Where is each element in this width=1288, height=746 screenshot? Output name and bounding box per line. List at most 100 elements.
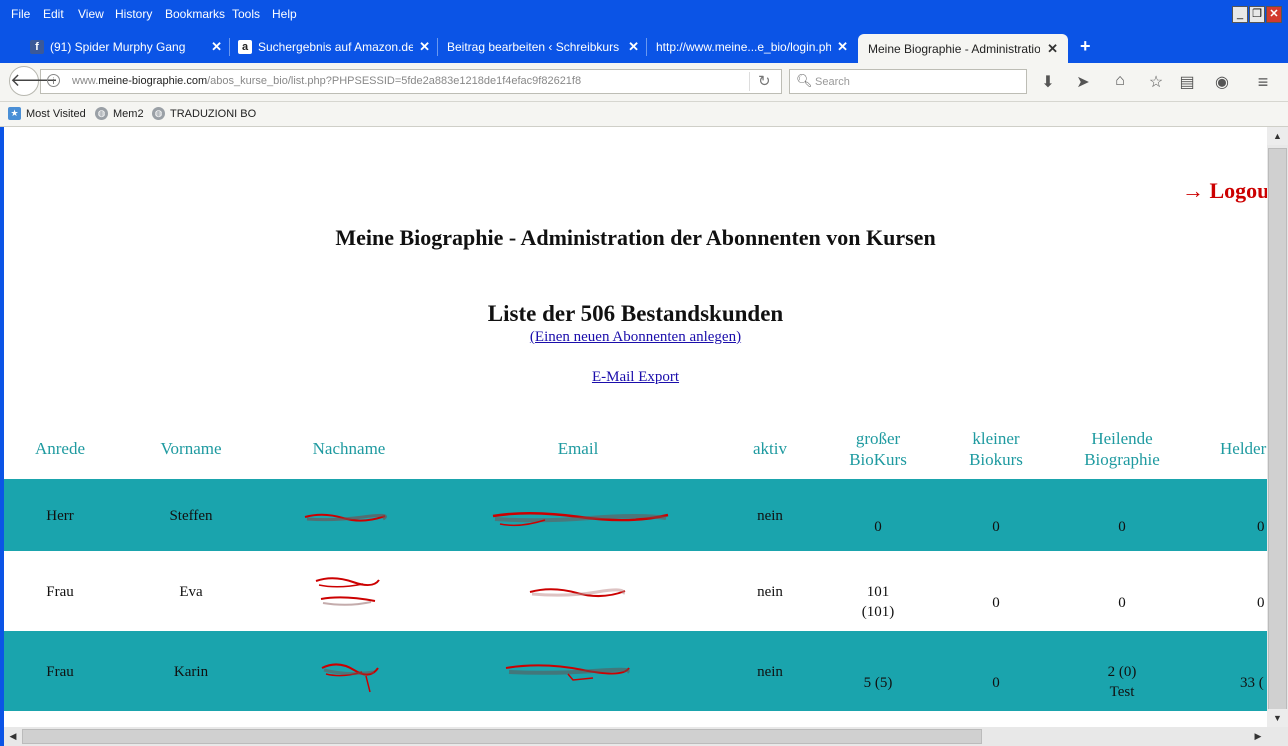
- horizontal-scroll-thumb[interactable]: [22, 729, 982, 744]
- url-domain: meine-biographie.com: [98, 75, 208, 87]
- bookmark-star-icon[interactable]: ☆: [1146, 72, 1166, 92]
- close-tab-icon[interactable]: ✕: [1047, 41, 1058, 57]
- hamburger-menu-icon[interactable]: ≡: [1253, 72, 1273, 93]
- list-title: Liste der 506 Bestandskunden: [487, 301, 784, 326]
- email-export-link-text[interactable]: E-Mail Export: [592, 369, 679, 385]
- scroll-left-arrow-icon[interactable]: ◀: [4, 727, 22, 746]
- tab-login[interactable]: http://www.meine...e_bio/login.php ✕: [656, 35, 848, 59]
- redacted-nachname: [321, 663, 379, 693]
- send-icon[interactable]: ➤: [1073, 72, 1093, 92]
- tab-title: Meine Biographie - Administration ...: [868, 41, 1040, 56]
- header-line: aktiv: [753, 439, 787, 458]
- close-tab-icon[interactable]: ✕: [211, 39, 222, 55]
- close-window-button[interactable]: ✕: [1266, 6, 1282, 23]
- tab-separator: [646, 38, 647, 56]
- cell-kleiner-biokurs: 0: [992, 675, 1000, 691]
- header-vorname[interactable]: Vorname: [141, 438, 241, 459]
- cell-heilende-biographie: 0: [1072, 517, 1172, 537]
- header-line: kleiner: [972, 429, 1020, 448]
- tab-beitrag[interactable]: Beitrag bearbeiten ‹ Schreibkurse ... ✕: [447, 35, 639, 59]
- header-line: BioKurs: [849, 450, 907, 469]
- header-line: Vorname: [160, 439, 222, 458]
- redacted-nachname: [315, 577, 380, 606]
- menu-help[interactable]: Help: [272, 7, 297, 21]
- url-path: /abos_kurse_bio/list.php?PHPSESSID=5fde2…: [207, 75, 582, 87]
- header-line: Biokurs: [969, 450, 1023, 469]
- menu-history[interactable]: History: [115, 7, 152, 21]
- new-subscriber-link: (Einen neuen Abonnenten anlegen): [4, 329, 1267, 346]
- cell-line: (101): [861, 604, 895, 620]
- bookmark-label: TRADUZIONI BO: [170, 107, 257, 120]
- header-kleiner-biokurs[interactable]: kleiner Biokurs: [946, 428, 1046, 470]
- new-subscriber-link-text[interactable]: (Einen neuen Abonnenten anlegen): [530, 329, 741, 345]
- scroll-up-arrow-icon[interactable]: ▲: [1267, 127, 1288, 145]
- cell-line: 101: [866, 584, 890, 600]
- tab-amazon[interactable]: a Suchergebnis auf Amazon.de ... ✕: [238, 35, 430, 59]
- menu-tools[interactable]: Tools: [232, 7, 260, 21]
- header-line: Anrede: [34, 439, 86, 458]
- scroll-down-arrow-icon[interactable]: ▼: [1267, 709, 1288, 727]
- scroll-right-arrow-icon[interactable]: ▶: [1249, 727, 1267, 746]
- close-tab-icon[interactable]: ✕: [628, 39, 639, 55]
- menu-bookmarks[interactable]: Bookmarks: [165, 7, 225, 21]
- redacted-email: [529, 588, 626, 597]
- tab-separator: [229, 38, 230, 56]
- email-export-link: E-Mail Export: [4, 369, 1267, 386]
- bookmark-mem2[interactable]: ◍ Mem2: [95, 107, 144, 120]
- header-nachname[interactable]: Nachname: [294, 438, 404, 459]
- search-input[interactable]: Search: [815, 76, 850, 88]
- cell-vorname: Steffen: [169, 508, 213, 524]
- cell-aktiv: nein: [757, 664, 783, 680]
- close-tab-icon[interactable]: ✕: [419, 39, 430, 55]
- vertical-scroll-thumb[interactable]: [1268, 148, 1287, 718]
- home-icon[interactable]: ⌂: [1110, 72, 1130, 90]
- cell-grosser-biokurs: 101 (101): [828, 582, 928, 622]
- header-line: Email: [557, 439, 599, 458]
- tab-spider-murphy[interactable]: f (91) Spider Murphy Gang ✕: [30, 35, 222, 59]
- header-heilende-biographie[interactable]: Heilende Biographie: [1067, 428, 1177, 470]
- page-title: Meine Biographie - Administration der Ab…: [335, 225, 936, 250]
- cell-line: 0: [874, 519, 882, 535]
- cell-line: Test: [1109, 684, 1135, 700]
- search-icon: 🔍︎: [796, 73, 813, 88]
- url-text[interactable]: www.meine-biographie.com/abos_kurse_bio/…: [72, 75, 581, 87]
- cell-kleiner-biokurs: 0: [992, 519, 1000, 535]
- header-line: großer: [855, 429, 901, 448]
- tab-title: (91) Spider Murphy Gang: [50, 40, 186, 54]
- folder-icon: ★: [8, 107, 21, 120]
- bookmark-most-visited[interactable]: ★ Most Visited: [8, 107, 86, 120]
- restore-button[interactable]: ❐: [1249, 6, 1265, 23]
- globe-icon: ◍: [152, 107, 165, 120]
- header-anrede[interactable]: Anrede: [20, 438, 100, 459]
- tab-meine-biographie[interactable]: Meine Biographie - Administration ... ✕: [858, 34, 1068, 63]
- pocket-icon[interactable]: ◉: [1212, 72, 1232, 92]
- cell-vorname: Karin: [173, 664, 209, 680]
- menu-edit[interactable]: Edit: [43, 7, 64, 21]
- header-aktiv[interactable]: aktiv: [730, 438, 810, 459]
- reload-icon[interactable]: ↻: [758, 72, 771, 90]
- reading-list-icon[interactable]: ▤: [1177, 72, 1197, 92]
- menu-file[interactable]: File: [11, 7, 30, 21]
- back-button[interactable]: 🡐: [9, 66, 58, 96]
- cell-grosser-biokurs: 5 (5): [828, 673, 928, 693]
- tab-title: http://www.meine...e_bio/login.php: [656, 40, 831, 54]
- header-line: Nachname: [312, 439, 386, 458]
- cell-aktiv: nein: [757, 508, 783, 524]
- url-prefix: www.: [72, 75, 99, 87]
- info-icon[interactable]: i: [47, 74, 60, 87]
- menu-view[interactable]: View: [78, 7, 104, 21]
- logout-link[interactable]: → Logout: [1182, 178, 1277, 204]
- cell-heilende-biographie: 0: [1072, 593, 1172, 613]
- download-icon[interactable]: ⬇: [1038, 72, 1058, 92]
- header-grosser-biokurs[interactable]: großer BioKurs: [828, 428, 928, 470]
- scrollbar-corner: [1267, 727, 1288, 746]
- cell-line: 5 (5): [863, 675, 893, 691]
- minimize-button[interactable]: _: [1232, 6, 1248, 23]
- close-tab-icon[interactable]: ✕: [837, 39, 848, 55]
- new-tab-button[interactable]: +: [1080, 36, 1091, 57]
- bookmark-label: Mem2: [113, 107, 144, 120]
- bookmark-traduzioni[interactable]: ◍ TRADUZIONI BO: [152, 107, 256, 120]
- header-email[interactable]: Email: [528, 438, 628, 459]
- cell-line: 2 (0): [1107, 664, 1137, 680]
- bookmark-label: Most Visited: [26, 107, 86, 120]
